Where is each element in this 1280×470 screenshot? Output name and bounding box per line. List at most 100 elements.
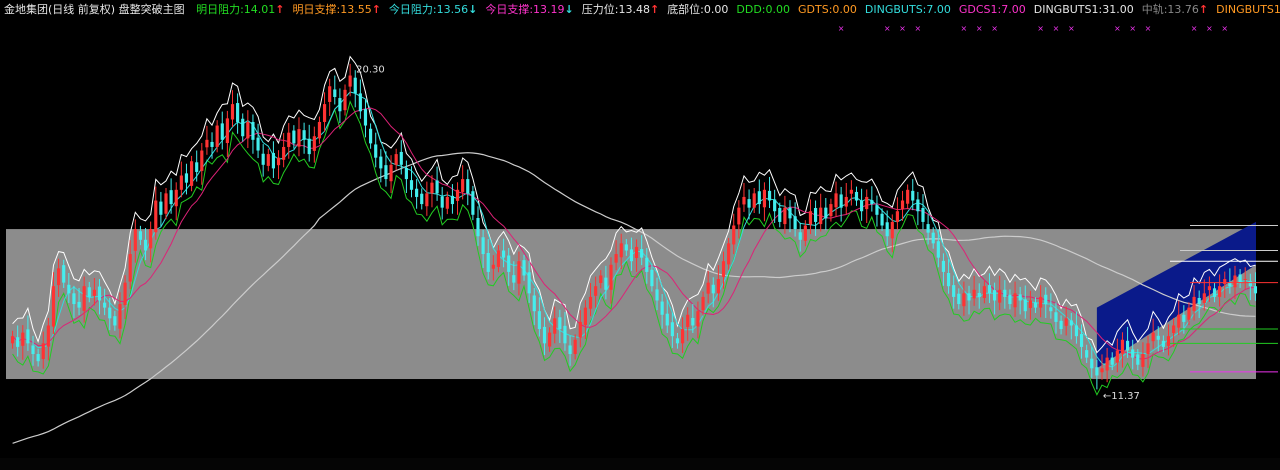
candle-body [261,153,265,165]
candle-body [333,89,337,97]
candle-body [159,201,163,215]
candle-body [1033,302,1038,308]
candle-body [512,275,516,283]
candle-body [1243,279,1247,281]
candle-body [1131,349,1135,358]
candle-body [865,196,869,210]
candle-body [143,239,148,251]
candle-body [455,189,460,201]
candle-body [824,207,828,219]
candle-body [1172,325,1176,333]
candle-body [138,231,143,240]
candle-body [1039,296,1043,308]
candle-body [604,277,608,290]
candle-body [1146,343,1150,355]
candle-body [343,89,347,111]
candle-body [578,321,582,338]
candle-body [246,121,250,139]
candle-body [251,121,255,140]
candle-body [1044,294,1048,305]
candle-body [210,141,214,147]
candle-body [1115,350,1119,363]
candle-body [507,255,511,272]
candle-body [1233,275,1237,288]
candle-body [829,204,833,217]
candle-body [266,154,270,166]
candle-body [675,338,680,344]
candle-body [271,153,275,169]
candle-body [946,272,951,287]
candle-body [660,301,664,315]
candle-body [1105,357,1109,371]
candle-body [553,318,557,334]
candle-body [527,272,531,294]
candle-body [1192,296,1196,311]
candle-body [732,225,736,245]
candle-body [72,293,76,305]
candle-body [113,316,117,326]
candle-body [1074,325,1079,337]
marker-cross: × [1037,24,1044,33]
footer-strip [0,458,1280,470]
candle-body [1177,314,1181,328]
candle-body [819,207,823,225]
candle-body [471,191,475,215]
candle-body [757,191,761,205]
candle-body [195,162,199,172]
candle-body [1212,288,1217,297]
candle-body [1141,354,1145,367]
candle-body [1018,294,1022,301]
candle-body [921,208,925,222]
candle-body [123,282,127,306]
candle-body [522,260,526,276]
candle-body [420,193,424,205]
candle-body [108,307,112,319]
candle-body [189,161,194,186]
candle-body [435,180,439,194]
candle-body [773,199,777,212]
low-annotation: ←11.37 [1103,391,1140,402]
candle-body [450,195,455,205]
candle-body [885,222,889,237]
candle-body [379,156,383,169]
candle-body [241,118,245,137]
candle-body [967,293,971,301]
candle-body [312,136,316,151]
candle-body [875,205,879,215]
candle-body [16,337,20,347]
candle-body [215,125,219,147]
candle-body [1095,367,1099,376]
candle-body [389,164,393,182]
candle-body [399,151,403,165]
candle-body [1064,318,1068,326]
candle-body [747,199,751,208]
candle-body [154,200,158,233]
candle-body [1003,289,1007,297]
candle-body [1238,274,1242,283]
candle-body [542,326,547,344]
candle-body [501,250,506,258]
candle-body [987,285,992,294]
candle-body [404,168,408,180]
candle-body [1248,281,1252,287]
candle-body [220,123,224,140]
candle-body [906,189,910,204]
candle-body [486,252,490,272]
candle-body [92,289,96,296]
candle-body [328,86,332,102]
candle-body [445,196,449,209]
candle-body [415,188,419,197]
candle-body [645,257,649,272]
candle-body [701,296,705,311]
candle-body [1090,358,1094,369]
candle-body [844,196,848,207]
candle-body [1028,300,1032,308]
candle-body [563,325,567,344]
candle-body [118,304,122,329]
candle-body [860,200,864,212]
candle-body [588,296,593,309]
candle-body [87,287,91,297]
candle-body [670,322,674,337]
candlestick-chart[interactable]: × × × × × × × × × × × × × × × × 20.30 ←11.37 [0,0,1280,470]
candle-body [149,229,153,249]
